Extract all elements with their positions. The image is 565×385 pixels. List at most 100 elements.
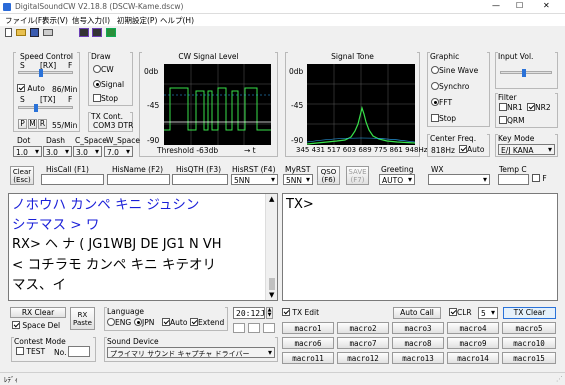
dash-select[interactable]: 3.0 <box>43 146 72 157</box>
macro1-button[interactable]: macro1 <box>282 322 334 334</box>
myrst-select[interactable]: 5NN <box>283 174 313 185</box>
rx-scrollbar[interactable]: ▲ ▼ <box>265 194 277 300</box>
rx-text-area[interactable]: ノホウハ カンペ キニ ジュシン シテマス > ワ RX> ヘ ナ ( JG1W… <box>8 193 278 301</box>
cw-level-title: CW Signal Level <box>142 52 275 61</box>
menu-signal-input[interactable]: 信号入力(I) <box>72 15 110 26</box>
rx-paste-button[interactable]: RX Paste <box>70 307 95 330</box>
tx-wpm: 55/Min <box>52 121 78 130</box>
lang-jpn-radio[interactable]: JPN <box>134 318 154 328</box>
temp-field[interactable] <box>498 174 529 185</box>
hisname-field[interactable] <box>107 174 170 185</box>
rx-scroll-thumb[interactable] <box>269 278 275 290</box>
menu-view[interactable]: 表示(V) <box>42 15 68 26</box>
clock-spinner[interactable]: ▲ ▼ <box>266 307 273 319</box>
r-button[interactable]: R <box>38 119 47 129</box>
key-mode-select[interactable]: E/J KANA <box>498 144 555 155</box>
clear-esc-button[interactable]: Clear (Esc) <box>10 166 34 185</box>
lang-eng-radio[interactable]: ENG <box>107 318 131 328</box>
hisrst-select[interactable]: 5NN <box>231 174 278 185</box>
tx-edit-checkbox[interactable]: TX Edit <box>282 308 319 318</box>
clr-checkbox[interactable]: CLR <box>449 308 472 318</box>
save-icon[interactable] <box>30 28 39 37</box>
draw-option-stop[interactable]: Stop <box>93 94 118 104</box>
speed-s-label: S <box>20 61 25 70</box>
w-space-select[interactable]: 7.0 <box>104 146 133 157</box>
menu-file[interactable]: ファイル(F) <box>5 15 45 26</box>
m-button[interactable]: M <box>28 119 37 129</box>
hisqth-field[interactable] <box>172 174 228 185</box>
toolbar <box>0 27 565 39</box>
lang-auto-checkbox[interactable]: Auto <box>162 318 187 328</box>
rx-scroll-up-icon[interactable]: ▲ <box>269 195 274 203</box>
minimize-button[interactable]: — <box>492 1 500 10</box>
center-freq-auto[interactable]: Auto <box>459 145 484 155</box>
tx-text-area[interactable]: TX> <box>282 193 558 301</box>
layout-icon-2[interactable] <box>92 28 102 37</box>
macro6-button[interactable]: macro6 <box>282 337 334 349</box>
macro14-button[interactable]: macro14 <box>447 352 499 364</box>
small-box-2[interactable] <box>248 323 260 333</box>
layout-icon-3[interactable] <box>106 28 116 37</box>
tx-speed-thumb[interactable] <box>34 104 38 112</box>
maximize-button[interactable]: ☐ <box>516 1 523 10</box>
tx-speed-slider[interactable] <box>18 104 73 112</box>
draw-option-signal[interactable]: Signal <box>93 80 124 90</box>
menu-help[interactable]: ヘルプ(H) <box>160 15 194 26</box>
macro3-button[interactable]: macro3 <box>392 322 444 334</box>
auto-checkbox[interactable]: Auto <box>17 84 45 94</box>
small-box-3[interactable] <box>263 323 275 333</box>
filter-qrm[interactable]: QRM <box>499 116 525 126</box>
macro8-button[interactable]: macro8 <box>392 337 444 349</box>
greeting-label: Greeting <box>381 165 414 174</box>
macro11-button[interactable]: macro11 <box>282 352 334 364</box>
macro2-button[interactable]: macro2 <box>337 322 389 334</box>
test-checkbox[interactable]: TEST <box>16 347 45 357</box>
graphic-sine-wave[interactable]: Sine Wave <box>431 66 478 76</box>
macro10-button[interactable]: macro10 <box>502 337 556 349</box>
macro7-button[interactable]: macro7 <box>337 337 389 349</box>
resize-grip-icon[interactable]: ⋰ <box>556 375 563 383</box>
small-box-1[interactable] <box>233 323 245 333</box>
macro13-button[interactable]: macro13 <box>392 352 444 364</box>
rx-speed-thumb[interactable] <box>39 69 43 77</box>
graphic-stop[interactable]: Stop <box>431 114 456 124</box>
auto-call-button[interactable]: Auto Call <box>393 307 441 319</box>
input-vol-thumb[interactable] <box>522 69 526 77</box>
c-space-select[interactable]: 3.0 <box>73 146 102 157</box>
input-vol-slider[interactable] <box>500 69 552 77</box>
p-button[interactable]: P <box>18 119 27 129</box>
dot-select[interactable]: 1.0 <box>13 146 42 157</box>
filter-nr2[interactable]: NR2 <box>527 103 551 113</box>
macro12-button[interactable]: macro12 <box>337 352 389 364</box>
tone-x-axis: 345 431 517 603 689 775 861 948Hz <box>296 146 428 154</box>
macro4-button[interactable]: macro4 <box>447 322 499 334</box>
rx-speed-slider[interactable] <box>18 69 73 77</box>
graphic-fft[interactable]: FFT <box>431 98 452 108</box>
filter-nr1[interactable]: NR1 <box>499 103 523 113</box>
lang-extend-checkbox[interactable]: Extend <box>190 318 224 328</box>
layout-icon-1[interactable] <box>79 28 89 37</box>
macro15-button[interactable]: macro15 <box>502 352 556 364</box>
contest-no-field[interactable] <box>68 346 90 357</box>
qso-button[interactable]: QSO (F6) <box>317 166 340 185</box>
greeting-select[interactable]: AUTO <box>379 174 415 185</box>
sound-device-select[interactable]: プライマリ サウンド キャプチャ ドライバー <box>107 347 275 358</box>
print-icon[interactable] <box>43 29 53 36</box>
temp-f-checkbox[interactable]: F <box>532 174 547 184</box>
save-button[interactable]: SAVE (F7) <box>346 166 369 185</box>
tx-clear-button[interactable]: TX Clear <box>503 307 556 319</box>
draw-option-cw[interactable]: CW <box>93 65 114 75</box>
menu-settings[interactable]: 初期設定(P) <box>117 15 157 26</box>
macro5-button[interactable]: macro5 <box>502 322 556 334</box>
graphic-synchro[interactable]: Synchro <box>431 82 469 92</box>
space-del-checkbox[interactable]: Space Del <box>12 321 60 331</box>
rx-clear-button[interactable]: RX Clear <box>10 307 66 318</box>
rx-scroll-down-icon[interactable]: ▼ <box>269 291 274 299</box>
wx-select[interactable] <box>428 174 490 185</box>
open-folder-icon[interactable] <box>16 29 26 36</box>
clr-count-select[interactable]: 5 <box>478 307 498 319</box>
close-button[interactable]: ✕ <box>543 1 550 10</box>
macro9-button[interactable]: macro9 <box>447 337 499 349</box>
hiscall-field[interactable] <box>41 174 104 185</box>
new-file-icon[interactable] <box>5 28 12 37</box>
